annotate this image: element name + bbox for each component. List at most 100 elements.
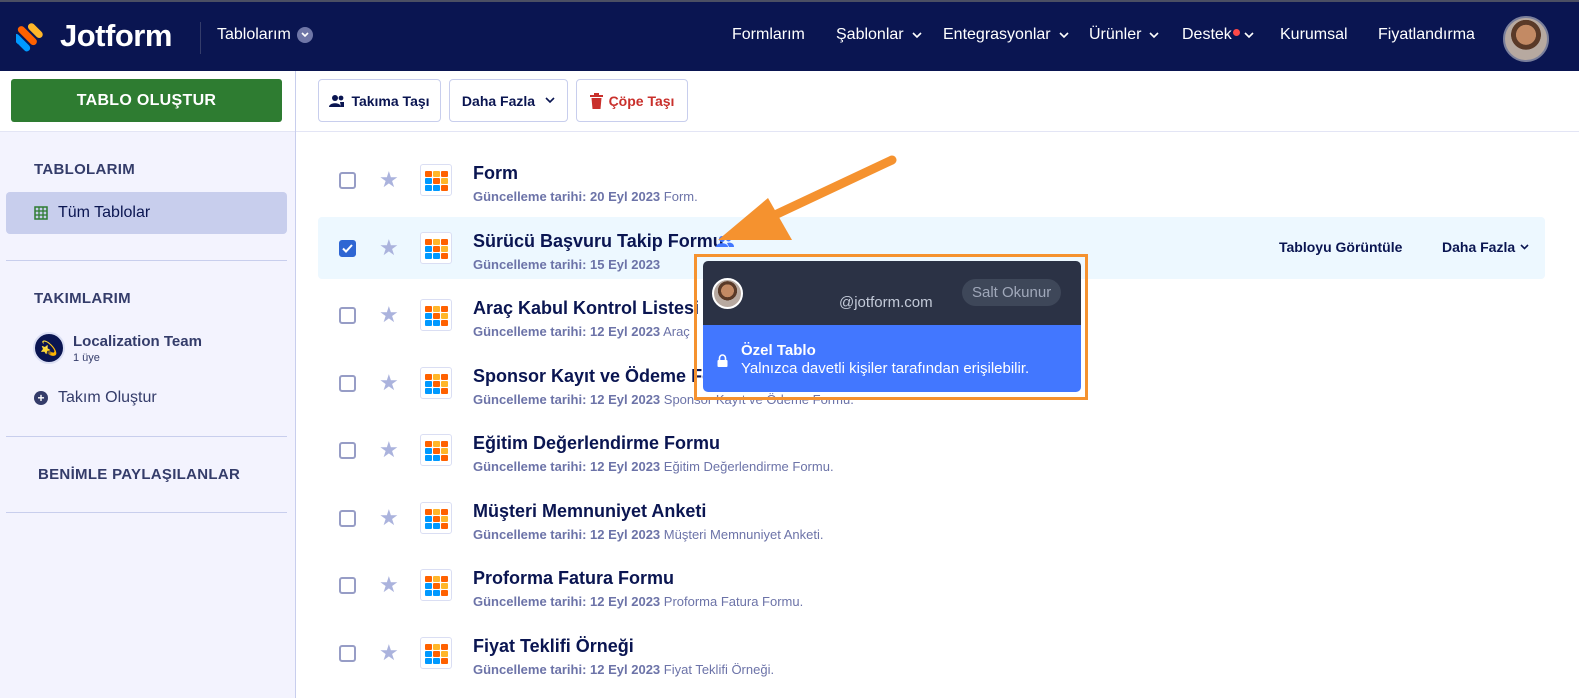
row-updated-date: Güncelleme tarihi: 12 Eyl 2023 (473, 662, 661, 677)
row-title[interactable]: Proforma Fatura Formu (473, 568, 674, 589)
plus-circle-icon: + (34, 391, 48, 405)
table-row[interactable]: ★ Proforma Fatura Formu Güncelleme tarihi:… (318, 554, 1545, 616)
table-grid-icon (34, 206, 48, 220)
row-title[interactable]: Sponsor Kayıt ve Ödeme Fo (473, 366, 713, 387)
toolbar: Takıma Taşı Daha Fazla Çöpe Taşı (296, 71, 1579, 132)
table-row[interactable]: ★ Form Güncelleme tarihi: 20 Eyl 2023 Form… (318, 149, 1545, 211)
star-icon[interactable]: ★ (379, 372, 399, 394)
user-email: @jotform.com (839, 294, 933, 311)
more-actions-label: Daha Fazla (461, 92, 536, 109)
user-avatar[interactable] (1503, 16, 1549, 62)
nav-item-kurumsal[interactable]: Kurumsal (1280, 26, 1348, 44)
chevron-down-icon (545, 97, 555, 104)
team-item-localization[interactable]: 💫 Localization Team 1 üye (33, 332, 202, 364)
table-app-icon (420, 164, 452, 196)
teams-heading: TAKIMLARIM (34, 290, 131, 307)
row-checkbox[interactable] (339, 172, 356, 189)
table-app-icon (420, 299, 452, 331)
trash-icon (589, 92, 603, 109)
nav-item-label: Şablonlar (836, 26, 904, 43)
nav-item-label: Entegrasyonlar (943, 26, 1051, 43)
chevron-down-icon (1059, 31, 1069, 38)
star-icon[interactable]: ★ (379, 642, 399, 664)
row-checkbox[interactable] (339, 307, 356, 324)
row-updated-date: Güncelleme tarihi: 12 Eyl 2023 (473, 324, 661, 339)
shared-with-me-heading[interactable]: BENİMLE PAYLAŞILANLAR (38, 466, 240, 483)
chevron-down-icon (1244, 31, 1254, 38)
row-title[interactable]: Eğitim Değerlendirme Formu (473, 433, 720, 454)
row-title[interactable]: Araç Kabul Kontrol Listesi (473, 298, 699, 319)
lock-icon (717, 354, 728, 367)
star-icon[interactable]: ★ (379, 507, 399, 529)
view-table-button[interactable]: Tabloyu Görüntüle (1279, 239, 1402, 255)
table-app-icon (420, 502, 452, 534)
role-badge: Salt Okunur (962, 279, 1062, 306)
sidebar: TABLO OLUŞTUR TABLOLARIM Tüm Tablolar TA… (0, 71, 296, 698)
row-updated-date: Güncelleme tarihi: 20 Eyl 2023 (473, 189, 661, 204)
nav-item-fiyatlandirma[interactable]: Fiyatlandırma (1378, 26, 1475, 44)
table-app-icon (420, 637, 452, 669)
privacy-title: Özel Tablo (741, 342, 816, 359)
star-icon[interactable]: ★ (379, 574, 399, 596)
create-team-button[interactable]: + Takım Oluştur (34, 389, 157, 407)
row-subtitle: Güncelleme tarihi: 12 Eyl 2023 Eğitim De… (473, 459, 834, 474)
row-title[interactable]: Fiyat Teklifi Örneği (473, 636, 634, 657)
row-subtitle: Güncelleme tarihi: 15 Eyl 2023 (473, 257, 660, 272)
more-actions-button[interactable]: Daha Fazla (449, 79, 568, 122)
row-title[interactable]: Müşteri Memnuniyet Anketi (473, 501, 706, 522)
row-description: Fiyat Teklifi Örneği. (663, 662, 775, 677)
table-app-icon (420, 232, 452, 264)
row-checkbox[interactable] (339, 645, 356, 662)
move-to-trash-label: Çöpe Taşı (608, 92, 675, 109)
sidebar-item-all-tables[interactable]: Tüm Tablolar (6, 192, 287, 234)
star-icon[interactable]: ★ (379, 169, 399, 191)
nav-item-entegrasyonlar[interactable]: Entegrasyonlar (943, 26, 1069, 44)
row-checkbox[interactable] (339, 375, 356, 392)
chevron-down-icon (1149, 31, 1160, 38)
star-icon[interactable]: ★ (379, 439, 399, 461)
row-checkbox[interactable] (339, 577, 356, 594)
row-title[interactable]: Form (473, 163, 518, 184)
nav-item-urunler[interactable]: Ürünler (1089, 26, 1160, 44)
create-table-button[interactable]: TABLO OLUŞTUR (11, 79, 282, 122)
nav-item-label: Destek (1182, 26, 1232, 43)
nav-item-formlarim[interactable]: Formlarım (732, 26, 805, 44)
main-nav: Formlarım Şablonlar Entegrasyonlar Ürünl… (0, 26, 1579, 50)
privacy-description: Yalnızca davetli kişiler tarafından eriş… (741, 360, 1030, 377)
row-subtitle: Güncelleme tarihi: 12 Eyl 2023 Fiyat Tek… (473, 662, 774, 677)
move-to-trash-button[interactable]: Çöpe Taşı (576, 79, 688, 122)
row-subtitle: Güncelleme tarihi: 20 Eyl 2023 Form. (473, 189, 698, 204)
row-subtitle: Güncelleme tarihi: 12 Eyl 2023 Araç (473, 324, 690, 339)
tables-heading: TABLOLARIM (34, 161, 136, 178)
annotation-arrow (718, 155, 897, 240)
nav-item-sablonlar[interactable]: Şablonlar (836, 26, 922, 44)
row-checkbox[interactable] (339, 510, 356, 527)
chevron-down-icon (912, 31, 922, 38)
row-title[interactable]: Sürücü Başvuru Takip Formu (473, 231, 724, 252)
table-app-icon (420, 367, 452, 399)
sharing-popover: @jotform.com Salt Okunur Özel Tablo Yaln… (703, 261, 1081, 392)
table-row[interactable]: ★ Eğitim Değerlendirme Formu Güncelleme ta… (318, 419, 1545, 481)
sidebar-header: TABLO OLUŞTUR (0, 71, 295, 132)
row-updated-date: Güncelleme tarihi: 12 Eyl 2023 (473, 527, 661, 542)
nav-item-destek[interactable]: Destek (1182, 26, 1254, 44)
star-icon[interactable]: ★ (379, 304, 399, 326)
row-checkbox[interactable] (339, 240, 356, 257)
move-to-team-button[interactable]: Takıma Taşı (318, 79, 441, 122)
team-member-count: 1 üye (73, 351, 100, 364)
row-more-button[interactable]: Daha Fazla (1442, 239, 1529, 255)
user-avatar (712, 278, 743, 309)
row-updated-date: Güncelleme tarihi: 12 Eyl 2023 (473, 392, 661, 407)
sidebar-item-label: Tüm Tablolar (58, 204, 151, 221)
row-checkbox[interactable] (339, 442, 356, 459)
view-table-label: Tabloyu Görüntüle (1279, 239, 1403, 255)
star-icon[interactable]: ★ (379, 237, 399, 259)
team-move-icon (329, 94, 345, 107)
table-row[interactable]: ★ Fiyat Teklifi Örneği Güncelleme tarihi: … (318, 622, 1545, 684)
nav-item-label: Fiyatlandırma (1378, 26, 1475, 43)
row-description: Proforma Fatura Formu. (663, 594, 804, 609)
nav-item-label: Formlarım (732, 26, 805, 43)
table-row[interactable]: ★ Müşteri Memnuniyet Anketi Güncelleme tar… (318, 487, 1545, 549)
notification-dot (1233, 29, 1240, 36)
chevron-down-icon (1520, 244, 1529, 250)
